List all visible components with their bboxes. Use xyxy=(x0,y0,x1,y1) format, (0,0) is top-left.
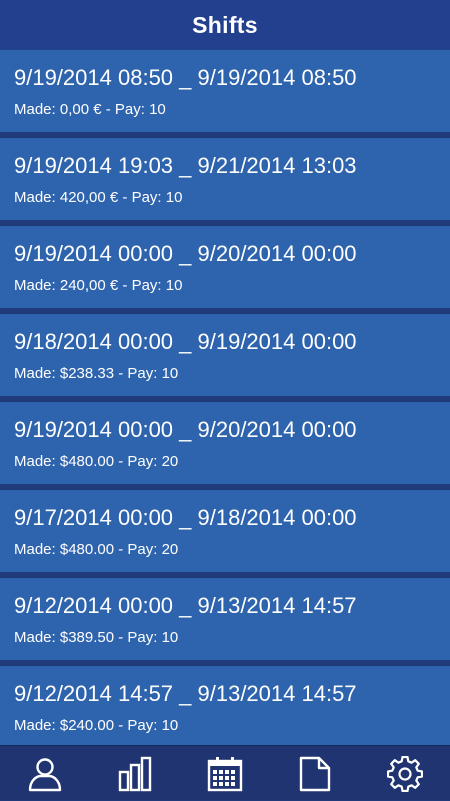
shift-row[interactable]: 9/18/2014 00:00 _ 9/19/2014 00:00 Made: … xyxy=(0,314,450,399)
shift-date-range: 9/12/2014 00:00 _ 9/13/2014 14:57 xyxy=(14,593,357,618)
shift-date-range: 9/19/2014 19:03 _ 9/21/2014 13:03 xyxy=(14,153,357,178)
shift-date-range: 9/12/2014 14:57 _ 9/13/2014 14:57 xyxy=(14,681,357,706)
shift-list[interactable]: 9/19/2014 08:50 _ 9/19/2014 08:50 Made: … xyxy=(0,50,450,745)
gear-icon xyxy=(387,755,423,792)
shift-row[interactable]: 9/19/2014 00:00 _ 9/20/2014 00:00 Made: … xyxy=(0,226,450,311)
tab-settings[interactable] xyxy=(360,746,450,801)
shift-earnings: Made: 0,00 € - Pay: 10 xyxy=(14,101,166,118)
shift-date-range: 9/18/2014 00:00 _ 9/19/2014 00:00 xyxy=(14,329,357,354)
tab-reports[interactable] xyxy=(270,746,360,801)
shift-row[interactable]: 9/12/2014 14:57 _ 9/13/2014 14:57 Made: … xyxy=(0,666,450,745)
shift-date-range: 9/19/2014 08:50 _ 9/19/2014 08:50 xyxy=(14,65,357,90)
shift-row[interactable]: 9/19/2014 19:03 _ 9/21/2014 13:03 Made: … xyxy=(0,138,450,223)
tab-calendar[interactable] xyxy=(180,746,270,801)
shift-row[interactable]: 9/19/2014 00:00 _ 9/20/2014 00:00 Made: … xyxy=(0,402,450,487)
shift-earnings: Made: 240,00 € - Pay: 10 xyxy=(14,277,183,294)
shift-earnings: Made: $480.00 - Pay: 20 xyxy=(14,541,179,558)
shift-earnings: Made: $238.33 - Pay: 10 xyxy=(14,365,179,382)
shift-earnings: Made: 420,00 € - Pay: 10 xyxy=(14,189,183,206)
shift-earnings: Made: $240.00 - Pay: 10 xyxy=(14,717,179,734)
shift-earnings: Made: $480.00 - Pay: 20 xyxy=(14,453,179,470)
bar-chart-icon xyxy=(118,756,152,791)
shift-date-range: 9/19/2014 00:00 _ 9/20/2014 00:00 xyxy=(14,417,357,442)
tab-profile[interactable] xyxy=(0,746,90,801)
tab-statistics[interactable] xyxy=(90,746,180,801)
shift-row[interactable]: 9/17/2014 00:00 _ 9/18/2014 00:00 Made: … xyxy=(0,490,450,575)
shift-row[interactable]: 9/12/2014 00:00 _ 9/13/2014 14:57 Made: … xyxy=(0,578,450,663)
calendar-icon xyxy=(207,756,243,791)
document-icon xyxy=(299,756,331,791)
bottom-tab-bar xyxy=(0,745,450,800)
shift-date-range: 9/19/2014 00:00 _ 9/20/2014 00:00 xyxy=(14,241,357,266)
page-title: Shifts xyxy=(192,11,258,38)
app-header: Shifts xyxy=(0,0,450,50)
shift-date-range: 9/17/2014 00:00 _ 9/18/2014 00:00 xyxy=(14,505,357,530)
person-icon xyxy=(28,757,62,791)
shift-earnings: Made: $389.50 - Pay: 10 xyxy=(14,629,179,646)
shift-row[interactable]: 9/19/2014 08:50 _ 9/19/2014 08:50 Made: … xyxy=(0,50,450,135)
